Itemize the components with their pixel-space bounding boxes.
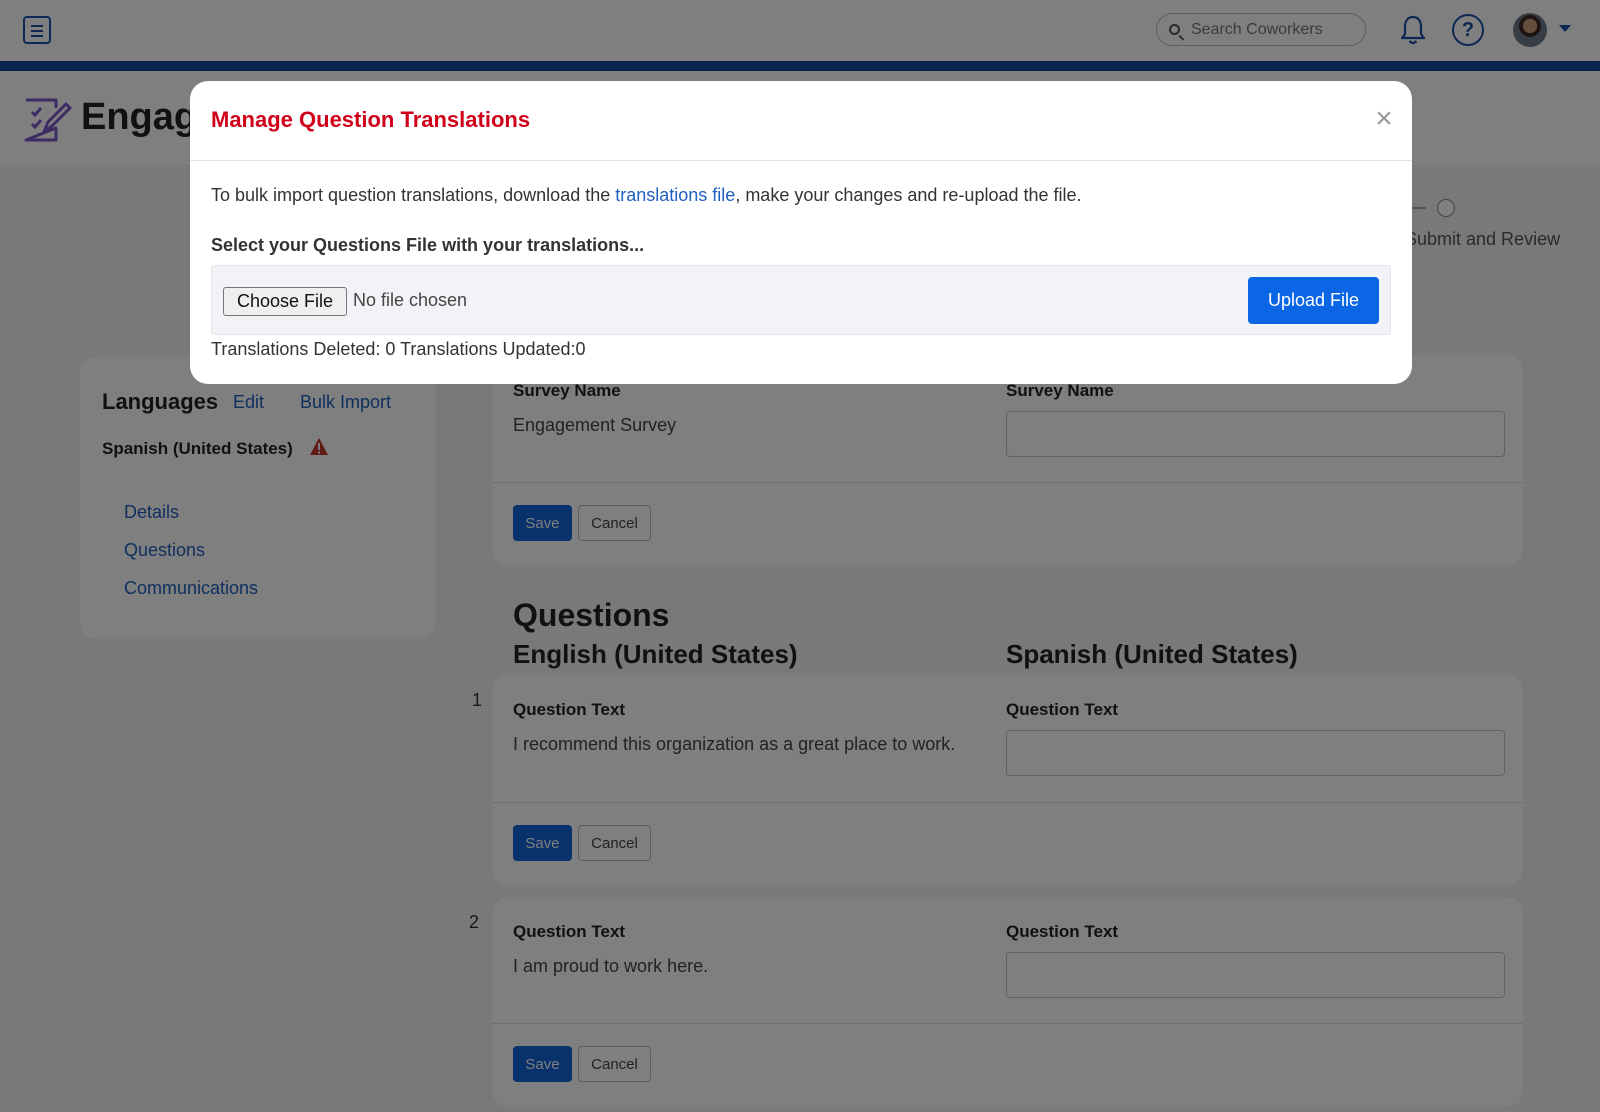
translations-file-link[interactable]: translations file [615, 185, 735, 205]
file-select-label: Select your Questions File with your tra… [211, 235, 645, 255]
modal-title: Manage Question Translations [211, 107, 531, 132]
modal-header: Manage Question Translations × [190, 81, 1412, 161]
description-text: , make your changes and re-upload the fi… [735, 185, 1082, 205]
import-status: Translations Deleted: 0 Translations Upd… [211, 339, 586, 359]
upload-area: Choose File No file chosen Upload File [211, 265, 1391, 335]
manage-translations-modal: Manage Question Translations × To bulk i… [190, 81, 1412, 384]
close-icon[interactable]: × [1368, 103, 1400, 135]
choose-file-button[interactable]: Choose File [223, 287, 347, 316]
upload-file-button[interactable]: Upload File [1248, 277, 1379, 324]
modal-description: To bulk import question translations, do… [211, 185, 1082, 206]
description-text: To bulk import question translations, do… [211, 185, 616, 205]
selected-file-status: No file chosen [353, 290, 468, 310]
